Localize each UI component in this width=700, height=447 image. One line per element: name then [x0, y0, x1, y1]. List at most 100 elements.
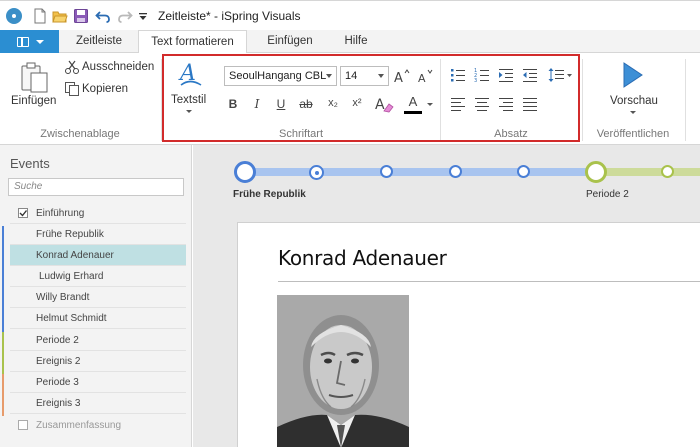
list-item-label: Periode 3 — [36, 377, 79, 388]
redo-icon[interactable] — [117, 8, 133, 24]
list-item-label: Ereignis 2 — [36, 356, 81, 367]
portrait-photo[interactable] — [277, 295, 409, 447]
svg-text:A: A — [375, 97, 385, 113]
font-name-select[interactable]: SeoulHangang CBL — [224, 66, 337, 86]
font-group-label: Schriftart — [278, 128, 323, 140]
superscript-button[interactable]: x² — [348, 97, 366, 109]
scissors-icon[interactable] — [64, 59, 80, 78]
ribbon-tabs: Zeitleiste Text formatieren Einfügen Hil… — [0, 30, 700, 54]
list-item[interactable]: Periode 3 — [10, 372, 186, 393]
search-input[interactable]: Suche — [8, 178, 184, 196]
event-slide[interactable]: Konrad Adenauer — [237, 222, 700, 447]
font-color-swatch — [404, 111, 422, 114]
numbered-list-icon[interactable]: 123 — [474, 67, 490, 86]
timeline-node[interactable] — [517, 165, 530, 178]
play-icon[interactable] — [622, 61, 644, 92]
timeline-node-period-1[interactable] — [234, 161, 256, 183]
tab-hilfe[interactable]: Hilfe — [334, 30, 378, 53]
timeline-node[interactable] — [661, 165, 674, 178]
paste-button[interactable]: Einfügen — [11, 95, 56, 107]
list-item-label: Konrad Adenauer — [36, 250, 114, 261]
increase-indent-icon[interactable] — [498, 67, 514, 86]
list-item[interactable]: Zusammenfassung — [10, 415, 186, 436]
period-3-color-bar — [2, 374, 4, 416]
grow-font-icon[interactable]: A — [393, 67, 411, 88]
list-item[interactable]: Frühe Republik — [10, 224, 186, 245]
svg-text:A: A — [418, 72, 426, 85]
list-item-label: Einführung — [36, 208, 85, 219]
tab-zeitleiste[interactable]: Zeitleiste — [67, 30, 131, 53]
list-item[interactable]: Periode 2 — [10, 330, 186, 351]
svg-text:A: A — [394, 71, 403, 85]
preview-button[interactable]: Vorschau — [610, 95, 658, 107]
align-left-icon[interactable] — [450, 97, 466, 114]
period-1-color-bar — [2, 226, 4, 332]
font-name-value: SeoulHangang CBL — [229, 70, 327, 82]
align-right-icon[interactable] — [498, 97, 514, 114]
open-folder-icon[interactable] — [52, 8, 68, 24]
bold-button[interactable]: B — [226, 97, 240, 111]
chevron-down-icon — [378, 74, 384, 78]
copy-button[interactable]: Kopieren — [82, 83, 128, 95]
slide-title[interactable]: Konrad Adenauer — [278, 246, 447, 270]
strikethrough-button[interactable]: ab — [297, 97, 315, 111]
publish-group-label: Veröffentlichen — [596, 128, 670, 140]
timeline-node[interactable] — [380, 165, 393, 178]
timeline-node[interactable] — [449, 165, 462, 178]
timeline-label-period-2: Periode 2 — [586, 189, 629, 200]
cut-button[interactable]: Ausschneiden — [82, 61, 154, 73]
customize-toolbar-icon[interactable] — [138, 8, 154, 24]
line-spacing-icon[interactable] — [548, 67, 574, 86]
ispring-app-icon[interactable] — [6, 8, 22, 24]
font-size-select[interactable]: 14 — [340, 66, 389, 86]
italic-button[interactable]: I — [250, 97, 264, 111]
period-2-color-bar — [2, 332, 4, 374]
paste-icon[interactable] — [20, 61, 50, 96]
list-item-label: Helmut Schmidt — [36, 313, 107, 324]
paragraph-group-label: Absatz — [494, 128, 528, 140]
tab-einfuegen[interactable]: Einfügen — [252, 30, 328, 53]
decrease-indent-icon[interactable] — [522, 67, 538, 86]
copy-icon[interactable] — [64, 81, 80, 100]
subscript-button[interactable]: x₂ — [324, 97, 342, 109]
list-item[interactable]: Ludwig Erhard — [10, 266, 186, 287]
list-item[interactable]: Einführung — [10, 203, 186, 224]
list-item[interactable]: Ereignis 2 — [10, 351, 186, 372]
clear-formatting-icon[interactable]: A — [374, 94, 394, 117]
chevron-down-icon[interactable] — [186, 110, 192, 113]
divider — [685, 59, 686, 141]
font-size-value: 14 — [345, 70, 358, 82]
underline-button[interactable]: U — [274, 97, 288, 111]
list-item[interactable]: Helmut Schmidt — [10, 308, 186, 329]
chevron-down-icon[interactable] — [427, 103, 433, 106]
tab-text-formatieren[interactable]: Text formatieren — [138, 30, 247, 54]
timeline-node-active[interactable] — [309, 165, 324, 180]
checkbox-unchecked[interactable] — [18, 420, 28, 430]
align-center-icon[interactable] — [474, 97, 490, 114]
text-style-icon[interactable]: A — [177, 58, 203, 93]
save-icon[interactable] — [73, 8, 89, 24]
list-item-label: Periode 2 — [36, 335, 79, 346]
undo-icon[interactable] — [95, 8, 111, 24]
file-menu-button[interactable] — [0, 30, 59, 53]
checkbox-checked[interactable] — [18, 208, 28, 218]
bullet-list-icon[interactable] — [450, 67, 466, 86]
text-style-button[interactable]: Textstil — [171, 94, 206, 106]
title-bar: Zeitleiste* - iSpring Visuals — [0, 0, 700, 30]
events-panel-title: Events — [10, 156, 50, 171]
font-color-button[interactable]: A — [405, 94, 421, 109]
list-item-selected[interactable]: Konrad Adenauer — [10, 245, 186, 266]
events-panel: Events Suche Einführung Frühe Republik K… — [0, 145, 192, 447]
list-item[interactable]: Willy Brandt — [10, 287, 186, 308]
shrink-font-icon[interactable]: A — [417, 67, 435, 88]
list-item[interactable]: Ereignis 3 — [10, 393, 186, 414]
chevron-down-icon[interactable] — [630, 111, 636, 114]
timeline-track-period-1 — [245, 168, 595, 176]
justify-icon[interactable] — [522, 97, 538, 114]
new-file-icon[interactable] — [32, 8, 48, 24]
timeline-label-period-1: Frühe Republik — [233, 189, 306, 200]
timeline-node-period-2[interactable] — [585, 161, 607, 183]
list-item-label: Frühe Republik — [36, 229, 104, 240]
menu-icon — [17, 37, 29, 47]
ribbon-panel: Einfügen Ausschneiden Kopieren Zwischena… — [0, 53, 700, 145]
